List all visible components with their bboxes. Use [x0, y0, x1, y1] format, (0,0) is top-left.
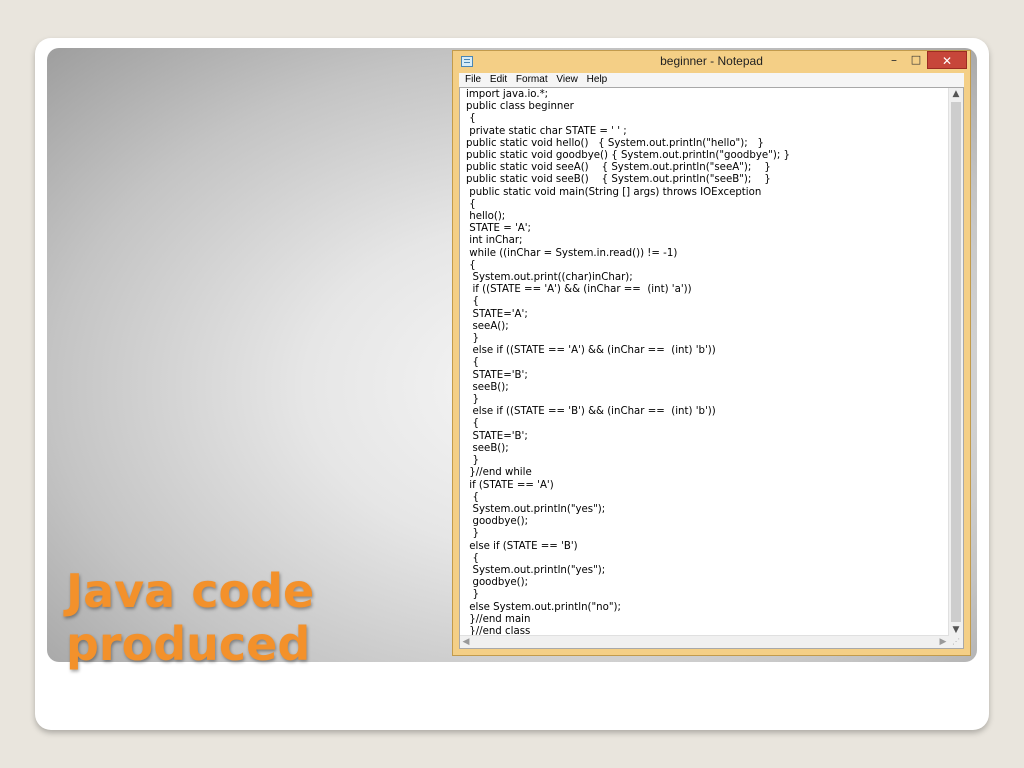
scroll-right-arrow-icon[interactable]: ▶: [937, 636, 949, 648]
notepad-window: beginner - Notepad – □ ✕ File Edit Forma…: [452, 50, 971, 656]
menu-help[interactable]: Help: [587, 73, 608, 87]
text-editor-area[interactable]: import java.io.*; public class beginner …: [459, 87, 964, 649]
slide-title: Java code produced: [66, 565, 314, 671]
scroll-up-arrow-icon[interactable]: ▲: [949, 88, 963, 100]
menu-view[interactable]: View: [556, 73, 578, 87]
menu-edit[interactable]: Edit: [490, 73, 507, 87]
horizontal-scrollbar[interactable]: ◀ ▶: [460, 635, 949, 648]
menu-format[interactable]: Format: [516, 73, 548, 87]
resize-grip-icon[interactable]: ⋰: [949, 636, 963, 648]
slide-title-line-1: Java code: [66, 564, 315, 618]
scroll-down-arrow-icon[interactable]: ▼: [949, 624, 963, 636]
vertical-scrollbar[interactable]: ▲ ▼: [948, 88, 963, 636]
window-titlebar[interactable]: beginner - Notepad – □ ✕: [453, 51, 970, 73]
minimize-button[interactable]: –: [883, 51, 905, 69]
slide-title-line-2: produced: [66, 617, 311, 671]
menu-file[interactable]: File: [465, 73, 481, 87]
maximize-button[interactable]: □: [905, 51, 927, 69]
vertical-scroll-thumb[interactable]: [951, 102, 961, 622]
close-button[interactable]: ✕: [927, 51, 967, 69]
menu-bar: File Edit Format View Help: [459, 73, 964, 87]
scroll-left-arrow-icon[interactable]: ◀: [460, 636, 472, 648]
code-text[interactable]: import java.io.*; public class beginner …: [466, 89, 947, 638]
